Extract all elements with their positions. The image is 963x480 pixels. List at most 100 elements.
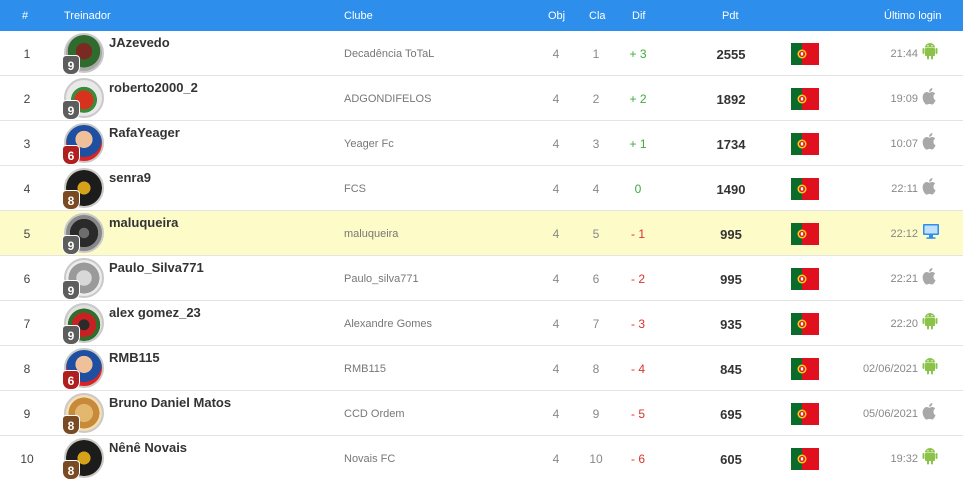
rank-position: 8: [23, 362, 31, 376]
club-name[interactable]: CCD Ordem: [344, 408, 405, 420]
difference-value: + 3: [629, 47, 647, 61]
table-row[interactable]: 10 8 Nênê Novais Novais FC 4 10 - 6 605 …: [0, 436, 963, 480]
portugal-flag-icon: [791, 43, 819, 65]
header-dif[interactable]: Dif: [632, 10, 645, 22]
android-icon: [922, 42, 940, 62]
apple-icon: [922, 177, 940, 197]
header-trainer[interactable]: Treinador: [64, 10, 111, 22]
header-obj[interactable]: Obj: [548, 10, 565, 22]
classification-value: 5: [592, 227, 600, 241]
classification-value: 10: [589, 452, 603, 466]
trainer-name[interactable]: senra9: [109, 170, 151, 185]
club-name[interactable]: Decadência ToTaL: [344, 48, 434, 60]
portugal-flag-icon: [791, 358, 819, 380]
table-row[interactable]: 8 6 RMB115 RMB115 4 8 - 4 845 02/06/2021: [0, 346, 963, 391]
rank-position: 10: [20, 452, 34, 466]
level-badge: 9: [62, 325, 80, 345]
club-name[interactable]: RMB115: [344, 363, 386, 375]
trainer-name[interactable]: alex gomez_23: [109, 305, 201, 320]
trainer-name[interactable]: Bruno Daniel Matos: [109, 395, 231, 410]
trainer-avatar[interactable]: 6: [62, 348, 106, 390]
table-header: # Treinador Clube Obj Cla Dif Pdt Último…: [0, 0, 963, 31]
header-cla[interactable]: Cla: [589, 10, 606, 22]
table-row[interactable]: 6 9 Paulo_Silva771 Paulo_silva771 4 6 - …: [0, 256, 963, 301]
classification-value: 4: [592, 182, 600, 196]
header-pdt[interactable]: Pdt: [722, 10, 739, 22]
trainer-name[interactable]: Paulo_Silva771: [109, 260, 204, 275]
club-name[interactable]: ADGONDIFELOS: [344, 93, 431, 105]
android-icon: [922, 357, 940, 377]
objective-value: 4: [552, 47, 560, 61]
table-row[interactable]: 5 9 maluqueira maluqueira 4 5 - 1 995 22…: [0, 211, 963, 256]
table-row[interactable]: 7 9 alex gomez_23 Alexandre Gomes 4 7 - …: [0, 301, 963, 346]
club-name[interactable]: maluqueira: [344, 228, 398, 240]
last-login-time: 05/06/2021: [862, 408, 918, 420]
objective-value: 4: [552, 317, 560, 331]
trainer-name[interactable]: RMB115: [109, 350, 160, 365]
points-value: 1490: [716, 182, 746, 197]
last-login-time: 21:44: [890, 48, 918, 60]
classification-value: 6: [592, 272, 600, 286]
points-value: 605: [720, 452, 742, 467]
classification-value: 3: [592, 137, 600, 151]
header-last-login[interactable]: Último login: [884, 10, 941, 22]
trainer-avatar[interactable]: 9: [62, 33, 106, 75]
trainer-name[interactable]: roberto2000_2: [109, 80, 198, 95]
trainer-name[interactable]: maluqueira: [109, 215, 178, 230]
points-value: 2555: [716, 47, 746, 62]
objective-value: 4: [552, 452, 560, 466]
level-badge: 9: [62, 100, 80, 120]
table-row[interactable]: 2 9 roberto2000_2 ADGONDIFELOS 4 2 + 2 1…: [0, 76, 963, 121]
apple-icon: [922, 267, 940, 287]
club-name[interactable]: Paulo_silva771: [344, 273, 419, 285]
apple-icon: [922, 402, 940, 422]
android-icon: [922, 447, 940, 467]
last-login-time: 22:12: [890, 228, 918, 240]
table-row[interactable]: 3 6 RafaYeager Yeager Fc 4 3 + 1 1734 10…: [0, 121, 963, 166]
difference-value: + 2: [629, 92, 647, 106]
portugal-flag-icon: [791, 133, 819, 155]
trainer-avatar[interactable]: 9: [62, 78, 106, 120]
objective-value: 4: [552, 92, 560, 106]
rank-position: 4: [23, 182, 31, 196]
portugal-flag-icon: [791, 268, 819, 290]
header-pos[interactable]: #: [22, 10, 28, 22]
club-name[interactable]: Alexandre Gomes: [344, 318, 432, 330]
trainer-name[interactable]: Nênê Novais: [109, 440, 187, 455]
trainer-avatar[interactable]: 8: [62, 168, 106, 210]
table-body: 1 9 JAzevedo Decadência ToTaL 4 1 + 3 25…: [0, 31, 963, 480]
difference-value: - 5: [630, 407, 645, 421]
trainer-avatar[interactable]: 9: [62, 213, 106, 255]
portugal-flag-icon: [791, 88, 819, 110]
points-value: 1892: [716, 92, 746, 107]
level-badge: 9: [62, 280, 80, 300]
portugal-flag-icon: [791, 313, 819, 335]
trainer-avatar[interactable]: 8: [62, 393, 106, 435]
portugal-flag-icon: [791, 448, 819, 470]
rank-position: 5: [23, 227, 31, 241]
header-club[interactable]: Clube: [344, 10, 373, 22]
trainer-avatar[interactable]: 9: [62, 303, 106, 345]
points-value: 1734: [716, 137, 746, 152]
portugal-flag-icon: [791, 178, 819, 200]
club-name[interactable]: FCS: [344, 183, 366, 195]
level-badge: 9: [62, 55, 80, 75]
classification-value: 1: [592, 47, 600, 61]
trainer-avatar[interactable]: 8: [62, 438, 106, 480]
table-row[interactable]: 1 9 JAzevedo Decadência ToTaL 4 1 + 3 25…: [0, 31, 963, 76]
last-login-time: 22:21: [890, 273, 918, 285]
difference-value: + 1: [629, 137, 647, 151]
club-name[interactable]: Novais FC: [344, 453, 395, 465]
table-row[interactable]: 4 8 senra9 FCS 4 4 0 1490 22:11: [0, 166, 963, 211]
last-login-time: 19:32: [890, 453, 918, 465]
portugal-flag-icon: [791, 403, 819, 425]
club-name[interactable]: Yeager Fc: [344, 138, 394, 150]
level-badge: 6: [62, 145, 80, 165]
difference-value: - 2: [630, 272, 645, 286]
trainer-name[interactable]: RafaYeager: [109, 125, 180, 140]
table-row[interactable]: 9 8 Bruno Daniel Matos CCD Ordem 4 9 - 5…: [0, 391, 963, 436]
objective-value: 4: [552, 362, 560, 376]
trainer-name[interactable]: JAzevedo: [109, 35, 170, 50]
trainer-avatar[interactable]: 6: [62, 123, 106, 165]
trainer-avatar[interactable]: 9: [62, 258, 106, 300]
